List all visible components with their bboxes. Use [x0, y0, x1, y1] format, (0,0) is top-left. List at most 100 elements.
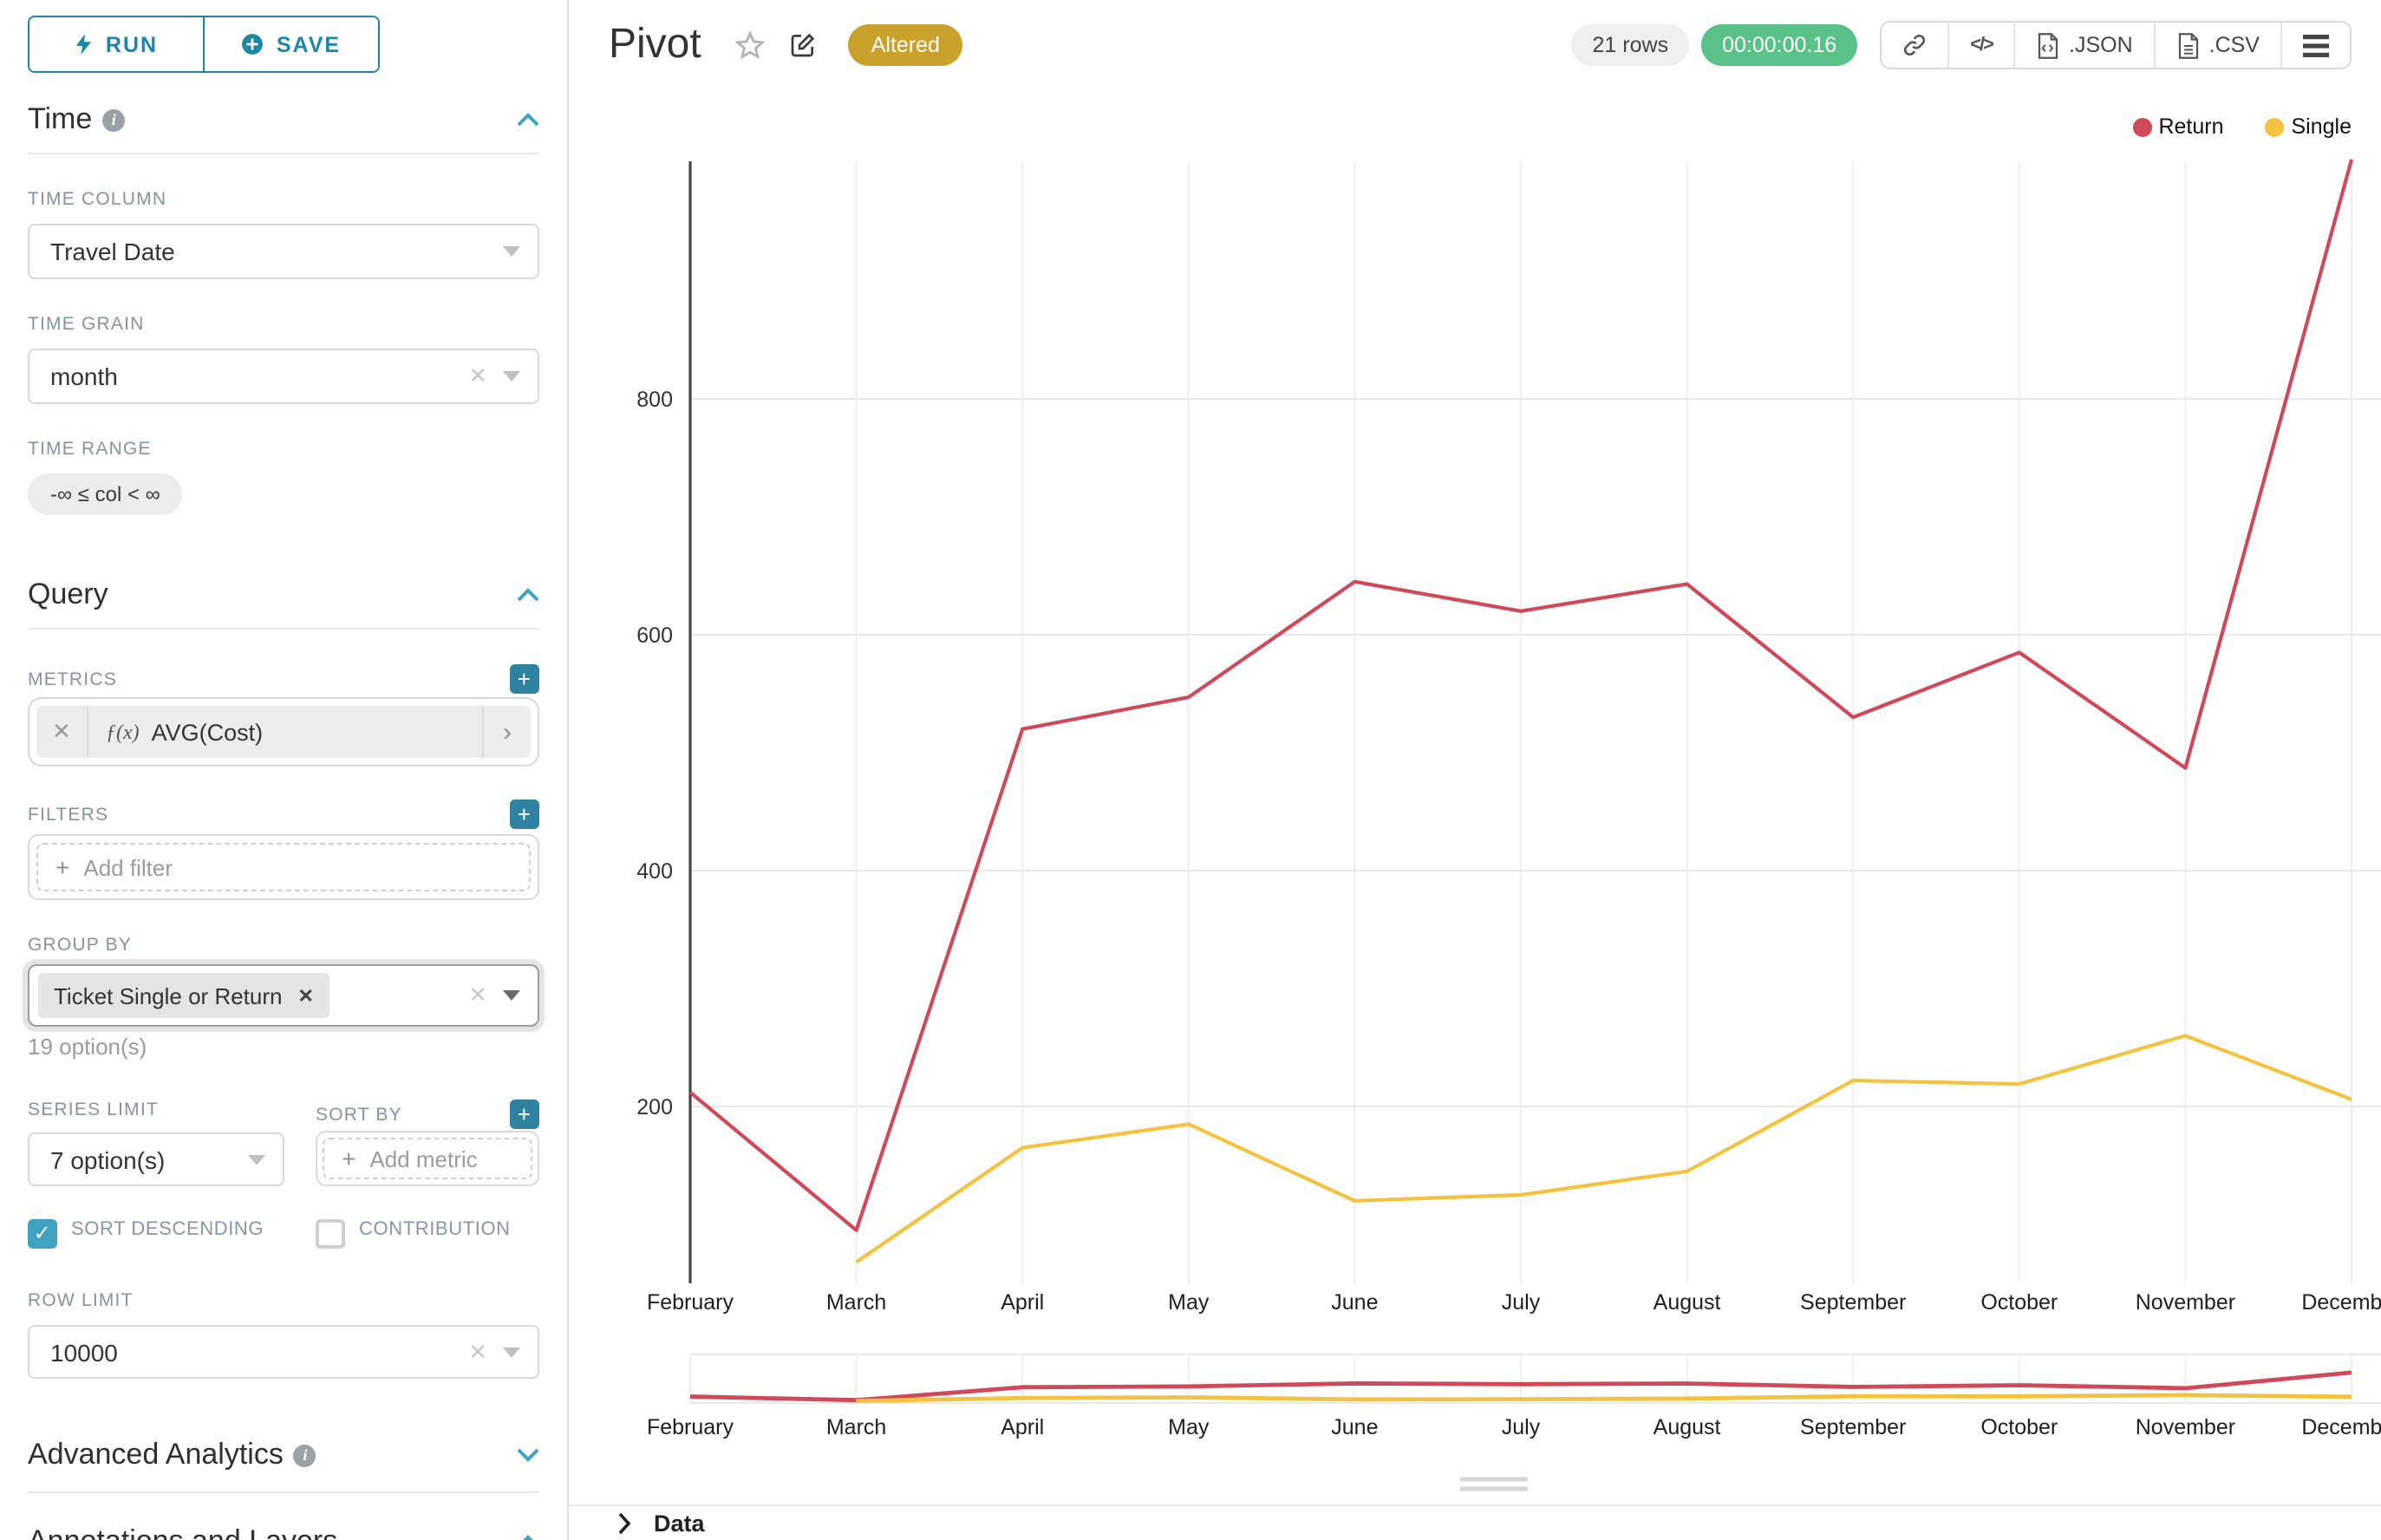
advanced-analytics-header[interactable]: Advanced Analytics i — [28, 1438, 539, 1472]
time-column-select[interactable]: Travel Date — [28, 224, 539, 279]
copy-link-button[interactable] — [1882, 23, 1947, 68]
checkbox-unchecked-icon[interactable] — [316, 1219, 345, 1249]
metrics-box: ✕ ƒ(x) AVG(Cost) › — [28, 697, 539, 767]
sort-by-box: + Add metric — [316, 1131, 539, 1186]
annotations-header[interactable]: Annotations and Layers — [28, 1524, 539, 1540]
chevron-up-icon[interactable] — [517, 113, 539, 127]
checkbox-checked-icon[interactable]: ✓ — [28, 1219, 57, 1249]
chevron-right-icon — [617, 1512, 631, 1535]
export-csv-button[interactable]: .CSV — [2154, 23, 2280, 68]
clear-icon[interactable]: ✕ — [468, 362, 487, 390]
chevron-down-icon — [248, 1154, 265, 1165]
svg-text:August: August — [1654, 1415, 1721, 1439]
chart-header: Pivot Altered 21 rows 00:00:00.16 </> — [609, 21, 2352, 69]
info-icon: i — [294, 1444, 316, 1466]
more-options-button[interactable] — [2280, 23, 2350, 68]
contribution-label: CONTRIBUTION — [359, 1217, 511, 1243]
line-chart[interactable]: 200400600800FebruaryFebruaryMarchMarchAp… — [569, 0, 2381, 1540]
svg-text:May: May — [1168, 1290, 1210, 1315]
svg-text:July: July — [1502, 1290, 1541, 1315]
csv-button-label: .CSV — [2209, 33, 2260, 57]
save-button[interactable]: SAVE — [203, 17, 378, 71]
embed-code-button[interactable]: </> — [1947, 23, 2013, 68]
remove-tag-icon[interactable]: ✕ — [298, 984, 314, 1007]
divider — [28, 153, 539, 154]
favorite-star-icon[interactable] — [734, 29, 767, 62]
sort-by-placeholder: Add metric — [369, 1145, 477, 1171]
svg-text:May: May — [1168, 1415, 1210, 1439]
svg-text:April: April — [1001, 1290, 1044, 1315]
svg-text:November: November — [2136, 1290, 2235, 1315]
sort-descending-label: SORT DESCENDING — [71, 1217, 264, 1243]
chevron-down-icon[interactable] — [517, 1448, 539, 1462]
chevron-up-icon[interactable] — [517, 588, 539, 602]
link-icon — [1902, 33, 1927, 57]
legend-label: Return — [2158, 114, 2223, 139]
time-column-label: TIME COLUMN — [28, 189, 539, 210]
filters-box: + Add filter — [28, 834, 539, 900]
svg-text:March: March — [826, 1415, 886, 1439]
legend-dot — [2132, 117, 2151, 136]
chart-title: Pivot — [609, 21, 701, 69]
metric-pill-label: AVG(Cost) — [152, 719, 264, 745]
time-range-label: TIME RANGE — [28, 439, 539, 460]
altered-badge[interactable]: Altered — [849, 24, 962, 66]
legend-dot — [2266, 117, 2285, 136]
time-section-header[interactable]: Time i — [28, 102, 539, 137]
svg-text:June: June — [1331, 1290, 1378, 1315]
time-range-chip[interactable]: -∞ ≤ col < ∞ — [28, 473, 183, 515]
svg-text:September: September — [1800, 1290, 1906, 1315]
legend-item-return[interactable]: Return — [2132, 114, 2223, 139]
json-file-icon — [2036, 32, 2060, 58]
clear-icon[interactable]: ✕ — [468, 982, 487, 1009]
time-grain-select[interactable]: month ✕ — [28, 349, 539, 404]
chevron-up-icon[interactable] — [517, 1535, 539, 1540]
run-button[interactable]: RUN — [29, 17, 203, 71]
svg-text:July: July — [1502, 1415, 1541, 1439]
svg-text:December: December — [2301, 1290, 2381, 1315]
edit-title-icon[interactable] — [790, 31, 818, 59]
svg-text:February: February — [647, 1415, 734, 1439]
row-limit-select[interactable]: 10000 ✕ — [28, 1325, 539, 1379]
row-limit-value: 10000 — [50, 1338, 468, 1366]
svg-text:November: November — [2136, 1415, 2235, 1439]
run-save-button-group: RUN SAVE — [28, 16, 380, 73]
group-by-select[interactable]: Ticket Single or Return ✕ ✕ — [28, 964, 539, 1027]
add-sort-metric-dropzone[interactable]: + Add metric — [323, 1138, 532, 1179]
metric-pill[interactable]: ✕ ƒ(x) AVG(Cost) › — [36, 706, 531, 758]
export-json-button[interactable]: .JSON — [2013, 23, 2154, 68]
sort-descending-checkbox[interactable]: ✓ SORT DESCENDING — [28, 1217, 284, 1249]
chevron-down-icon — [503, 371, 520, 382]
data-panel-header[interactable]: Data — [569, 1507, 2381, 1540]
svg-text:February: February — [647, 1290, 734, 1315]
chevron-right-icon[interactable]: › — [482, 706, 531, 758]
remove-metric-icon[interactable]: ✕ — [36, 706, 88, 758]
svg-text:400: 400 — [636, 859, 673, 884]
add-metric-button[interactable]: + — [510, 664, 539, 694]
divider — [28, 628, 539, 630]
clear-icon[interactable]: ✕ — [468, 1338, 487, 1366]
chevron-down-icon — [503, 990, 520, 1001]
plus-icon: + — [342, 1145, 356, 1172]
series-limit-label: SERIES LIMIT — [28, 1100, 284, 1120]
add-filter-button[interactable]: + — [510, 799, 539, 829]
row-limit-label: ROW LIMIT — [28, 1290, 539, 1311]
add-filter-dropzone[interactable]: + Add filter — [36, 843, 531, 891]
divider — [28, 1491, 539, 1493]
svg-text:200: 200 — [636, 1095, 673, 1119]
metric-pill-body[interactable]: ƒ(x) AVG(Cost) — [88, 706, 482, 758]
metrics-label: METRICS + — [28, 664, 539, 694]
add-sort-metric-button[interactable]: + — [510, 1100, 539, 1129]
svg-text:June: June — [1331, 1415, 1378, 1439]
run-button-label: RUN — [106, 32, 158, 56]
lightning-icon — [75, 33, 94, 55]
contribution-checkbox[interactable]: CONTRIBUTION — [316, 1217, 511, 1249]
series-limit-select[interactable]: 7 option(s) — [28, 1132, 284, 1186]
export-button-group: </> .JSON .CSV — [1880, 21, 2352, 69]
group-by-tag-label: Ticket Single or Return — [54, 982, 283, 1008]
query-section-header[interactable]: Query — [28, 578, 539, 612]
superset-explore: RUN SAVE Time i TIME COLUMN Travel Date … — [0, 0, 2381, 1540]
svg-text:August: August — [1654, 1290, 1721, 1315]
control-panel-sidebar: RUN SAVE Time i TIME COLUMN Travel Date … — [0, 0, 569, 1540]
legend-item-single[interactable]: Single — [2266, 114, 2352, 139]
